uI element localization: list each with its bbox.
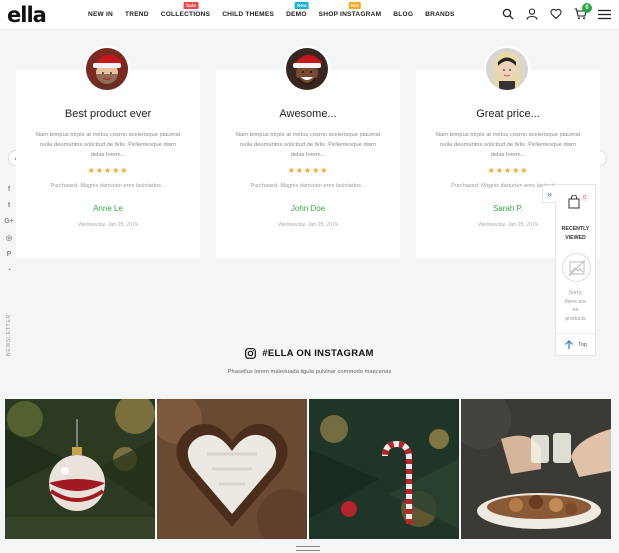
- rating-stars: ★★★★★: [487, 166, 529, 175]
- facebook-icon[interactable]: f: [4, 186, 14, 193]
- testimonial-text: Nam tempus turpis at metus cosmo sceleri…: [235, 132, 381, 158]
- recently-viewed-panel: » 0 RECENTLY VIEWED Sorry, there are no …: [542, 184, 596, 356]
- avatar: [284, 46, 330, 92]
- empty-message: Sorry, there are no products: [556, 289, 595, 323]
- testimonial-title: Best product ever: [64, 108, 152, 120]
- testimonial-title: Great price...: [476, 108, 540, 120]
- top-label: Top: [578, 341, 587, 348]
- instagram-heading: #ELLA ON INSTAGRAM: [0, 348, 619, 359]
- nav-item-collections[interactable]: COLLECTIONS Sale: [160, 2, 211, 18]
- double-chevron-right-icon[interactable]: »: [542, 185, 556, 203]
- nav-label: SHOP INSTAGRAM: [318, 11, 382, 18]
- testimonial-author: John Doe: [290, 204, 326, 213]
- scroll-handle[interactable]: [296, 546, 320, 551]
- snapchat-icon[interactable]: ◔: [4, 267, 14, 274]
- sale-badge: Sale: [184, 2, 199, 9]
- google-plus-icon[interactable]: G+: [4, 218, 14, 225]
- menu-icon[interactable]: [597, 7, 611, 21]
- instagram-gallery: [5, 399, 611, 539]
- empty-line: there are: [564, 298, 587, 305]
- instagram-photo[interactable]: [5, 399, 155, 539]
- nav-label: NEW IN: [88, 11, 114, 18]
- social-links: f t G+ ◎ P ◔: [4, 186, 14, 274]
- hot-badge: Hot: [348, 2, 361, 9]
- nav-item-shop-instagram[interactable]: SHOP INSTAGRAM Hot: [318, 2, 382, 18]
- instagram-title: #ELLA ON INSTAGRAM: [262, 348, 374, 359]
- twitter-icon[interactable]: t: [4, 202, 14, 209]
- testimonial-date: Wednesday, Jan 25, 2019: [78, 222, 138, 228]
- empty-line: products: [565, 315, 586, 322]
- rating-stars: ★★★★★: [87, 166, 129, 175]
- title-line: RECENTLY: [561, 226, 590, 232]
- testimonial-card: Best product ever Nam tempus turpis at m…: [16, 46, 200, 258]
- no-image-icon: [562, 253, 591, 282]
- cart-count-badge: 0: [582, 3, 592, 13]
- bag-count-badge: 0: [580, 193, 589, 202]
- instagram-icon: [245, 348, 257, 359]
- main-nav: NEW IN TREND COLLECTIONS Sale CHILD THEME…: [88, 2, 467, 18]
- nav-item-demo[interactable]: DEMO New: [286, 2, 309, 18]
- testimonial-author: Anne Le: [93, 204, 123, 213]
- testimonial-text: Nam tempus turpis at metus cosmo sceleri…: [435, 132, 581, 158]
- instagram-subtitle: Phasellus lorem malesuada ligula pulvina…: [227, 369, 392, 375]
- purchased-product[interactable]: Purchased: Magnis darturien eres lacinia…: [216, 183, 400, 189]
- header-actions: 0: [501, 3, 611, 21]
- testimonial-text: Nam tempus turpis at metus cosmo sceleri…: [35, 132, 181, 158]
- instagram-icon[interactable]: ◎: [4, 234, 14, 242]
- site-header: ella NEW IN TREND COLLECTIONS Sale CHILD …: [0, 0, 619, 30]
- avatar: [484, 46, 530, 92]
- nav-label: BLOG: [393, 11, 414, 18]
- cart-icon[interactable]: 0: [573, 3, 592, 21]
- title-line: VIEWED: [565, 235, 586, 241]
- testimonial-card: Awesome... Nam tempus turpis at metus co…: [216, 46, 400, 258]
- logo[interactable]: ella: [7, 3, 47, 27]
- nav-item-child-themes[interactable]: CHILD THEMES: [222, 11, 274, 18]
- pinterest-icon[interactable]: P: [4, 251, 14, 258]
- instagram-photo[interactable]: [461, 399, 611, 539]
- instagram-photo[interactable]: [309, 399, 459, 539]
- nav-item-brands[interactable]: BRANDS: [425, 11, 454, 18]
- new-badge: New: [294, 2, 309, 9]
- rating-stars: ★★★★★: [287, 166, 329, 175]
- recently-viewed-title: RECENTLY VIEWED: [556, 225, 595, 243]
- nav-label: TREND: [125, 11, 149, 18]
- nav-item-trend[interactable]: TREND: [125, 11, 149, 18]
- nav-label: BRANDS: [425, 11, 455, 18]
- instagram-photo[interactable]: [157, 399, 307, 539]
- nav-label: DEMO: [286, 11, 307, 18]
- empty-line: Sorry,: [568, 290, 583, 296]
- nav-item-blog[interactable]: BLOG: [393, 11, 413, 18]
- avatar: [84, 46, 130, 92]
- heart-icon[interactable]: [549, 7, 563, 21]
- empty-line: no: [572, 307, 579, 314]
- nav-item-new-in[interactable]: NEW IN: [88, 11, 113, 18]
- nav-label: COLLECTIONS: [160, 11, 211, 18]
- nav-label: CHILD THEMES: [222, 11, 275, 18]
- search-icon[interactable]: [501, 7, 515, 21]
- purchased-product[interactable]: Purchased: Magnis darturien eres lacinia…: [16, 183, 200, 189]
- testimonial-title: Awesome...: [279, 108, 337, 120]
- user-icon[interactable]: [525, 7, 539, 21]
- testimonial-date: Wednesday, Jan 25, 2019: [278, 222, 338, 228]
- shopping-bag-icon[interactable]: [568, 194, 580, 214]
